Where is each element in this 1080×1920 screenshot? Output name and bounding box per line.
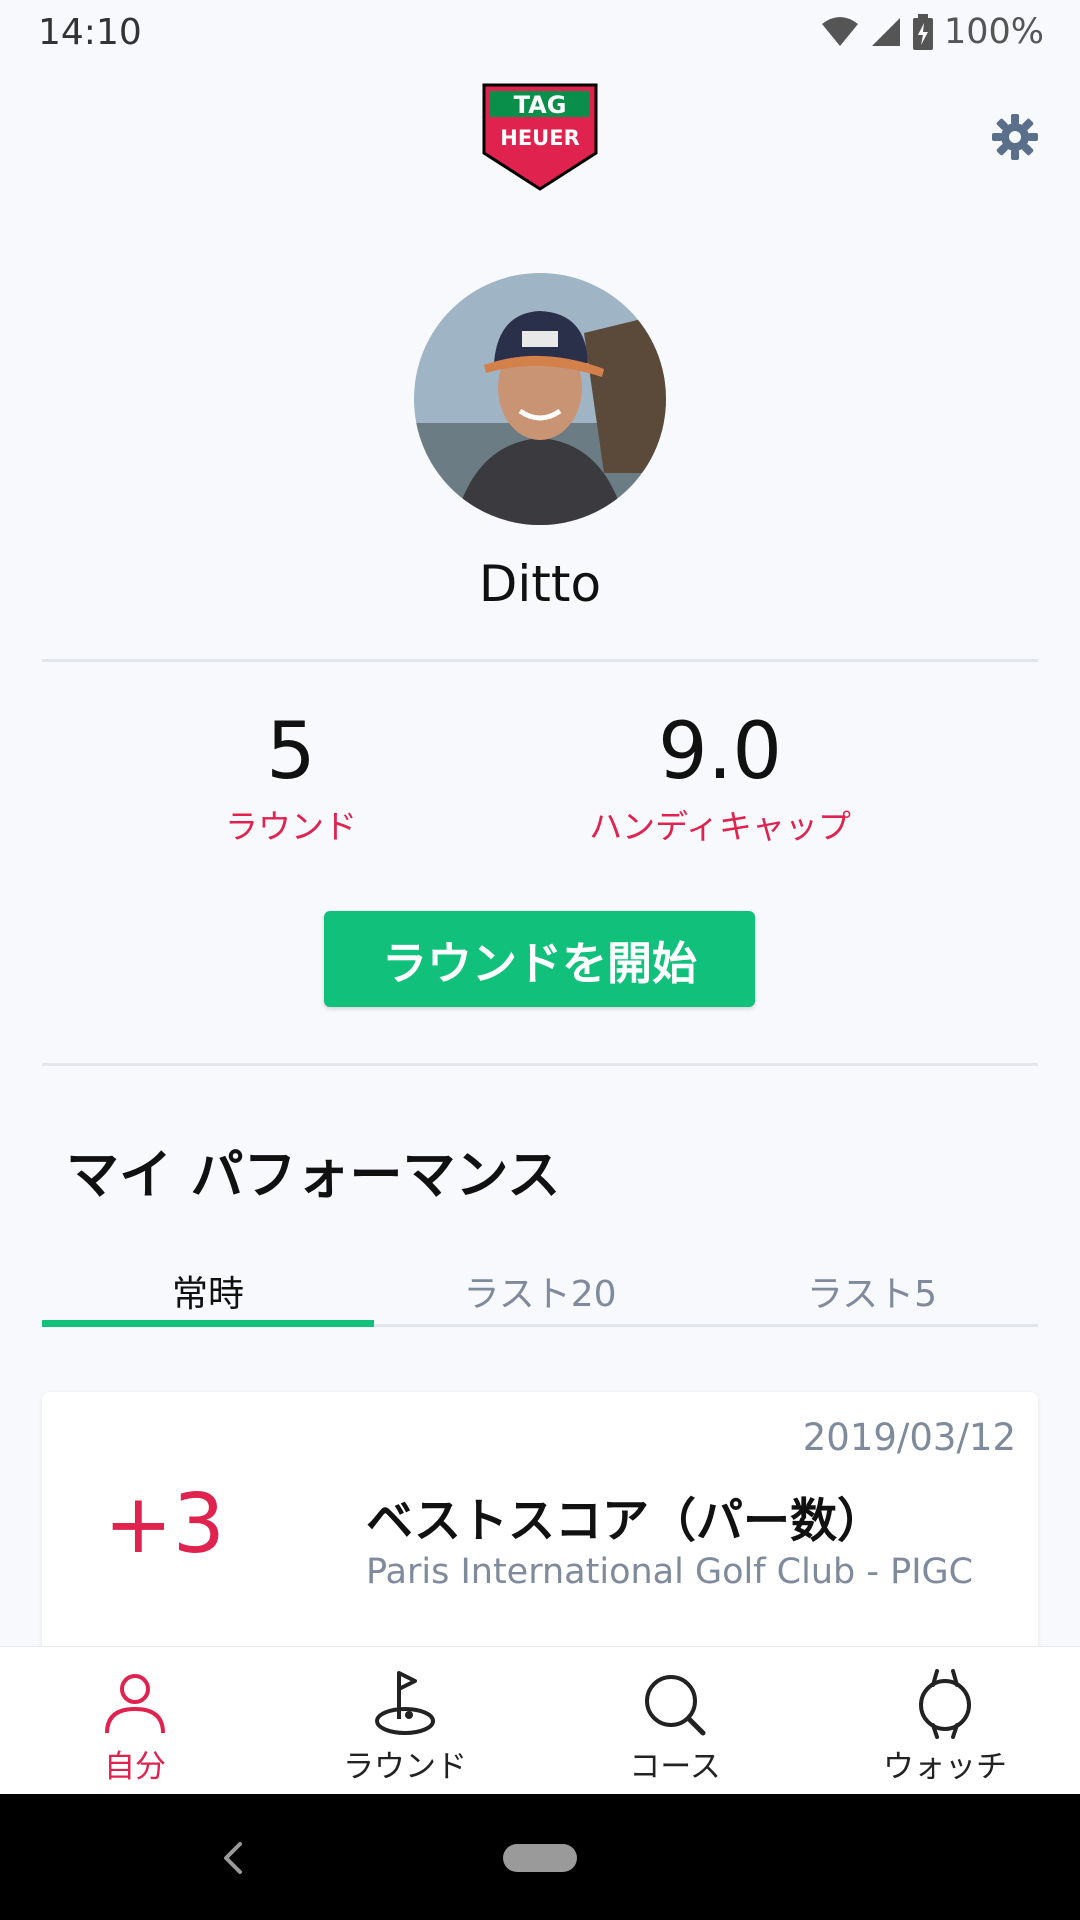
battery-icon (912, 14, 933, 50)
svg-text:TAG: TAG (514, 91, 567, 119)
status-bar: 14:10 100% (0, 0, 1080, 64)
performance-tabs: 常時 ラスト20 ラスト5 (42, 1255, 1038, 1327)
divider (42, 659, 1038, 662)
nav-label-me: 自分 (104, 1749, 166, 1785)
status-icons: 100% (820, 10, 1044, 54)
nav-item-watch[interactable]: ウォッチ (810, 1647, 1080, 1794)
tag-heuer-logo: TAG HEUER (482, 83, 598, 191)
tab-last-5[interactable]: ラスト5 (706, 1255, 1038, 1324)
svg-text:HEUER: HEUER (500, 126, 580, 150)
search-icon (645, 1675, 706, 1736)
best-score-value: +3 (104, 1477, 225, 1572)
nav-item-me[interactable]: 自分 (0, 1647, 270, 1794)
person-icon (105, 1674, 165, 1734)
golf-flag-icon (375, 1671, 435, 1735)
stat-rounds-label: ラウンド (225, 807, 357, 846)
section-title: マイ パフォーマンス (66, 1145, 561, 1206)
best-score-title: ベストスコア（パー数） (366, 1494, 884, 1549)
divider (42, 1063, 1038, 1066)
status-time: 14:10 (38, 12, 142, 53)
user-name: Ditto (478, 555, 602, 613)
avatar[interactable] (414, 273, 666, 525)
tab-all-time[interactable]: 常時 (42, 1255, 374, 1327)
stat-rounds-value: 5 (266, 707, 316, 797)
stat-handicap: 9.0 ハンディキャップ (520, 710, 920, 848)
nav-label-watch: ウォッチ (883, 1749, 1007, 1785)
nav-item-courses[interactable]: コース (540, 1647, 810, 1794)
stat-rounds: 5 ラウンド (91, 710, 491, 848)
system-nav-bar (0, 1794, 1080, 1920)
stat-handicap-value: 9.0 (657, 707, 783, 797)
best-score-card[interactable]: +3 2019/03/12 ベストスコア（パー数） Paris Internat… (42, 1392, 1038, 1652)
nav-label-rounds: ラウンド (343, 1749, 467, 1785)
nav-label-courses: コース (629, 1749, 721, 1785)
home-pill[interactable] (503, 1844, 577, 1872)
best-score-date: 2019/03/12 (802, 1416, 1016, 1459)
battery-percent: 100% (943, 12, 1044, 52)
start-round-button[interactable]: ラウンドを開始 (324, 911, 755, 1007)
bottom-nav: 自分 ラウンド コース ウォッチ (0, 1646, 1080, 1794)
watch-icon (919, 1669, 971, 1739)
back-icon[interactable] (218, 1838, 248, 1878)
cell-signal-icon (871, 18, 900, 46)
tab-last-20[interactable]: ラスト20 (374, 1255, 706, 1324)
stat-handicap-label: ハンディキャップ (589, 807, 851, 846)
settings-gear-icon[interactable] (990, 112, 1040, 162)
wifi-icon (821, 17, 858, 46)
best-score-course: Paris International Golf Club - PIGC (366, 1552, 974, 1592)
nav-item-rounds[interactable]: ラウンド (270, 1647, 540, 1794)
